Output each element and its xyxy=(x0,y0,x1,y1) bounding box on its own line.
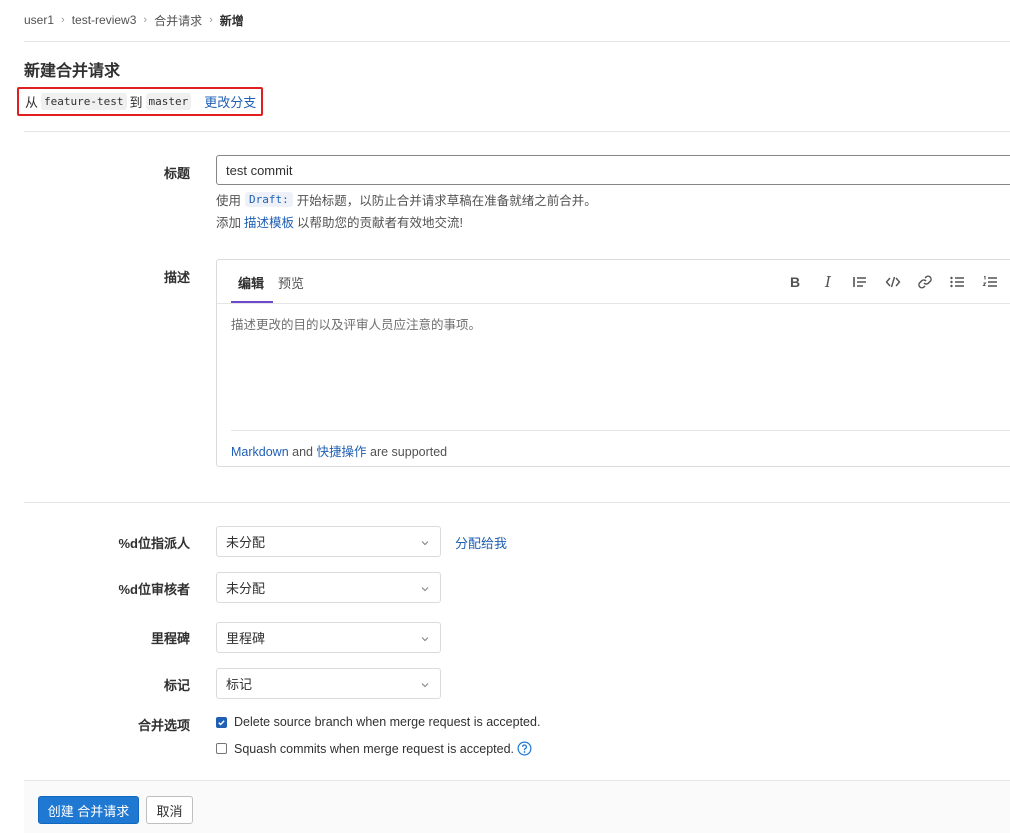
squash-checkbox[interactable] xyxy=(216,743,227,754)
reviewer-label: %d位审核者 xyxy=(118,582,190,597)
title-input[interactable] xyxy=(216,155,1010,185)
editor-footer: Markdown and 快捷操作 are supported xyxy=(231,430,1010,460)
divider xyxy=(24,41,1010,42)
description-textarea[interactable] xyxy=(217,305,1010,431)
footer-supported: are supported xyxy=(370,445,448,459)
help-text: 添加 xyxy=(216,216,242,230)
assign-to-me-link[interactable]: 分配给我 xyxy=(455,533,507,552)
labels-label: 标记 xyxy=(163,678,190,693)
quick-actions-link[interactable]: 快捷操作 xyxy=(317,445,367,459)
chevron-right-icon: › xyxy=(143,14,148,26)
breadcrumb: user1 › test-review3 › 合并请求 › 新增 xyxy=(24,12,244,28)
breadcrumb-item-merge-requests[interactable]: 合并请求 xyxy=(154,12,202,29)
quote-icon[interactable] xyxy=(850,272,870,292)
divider xyxy=(24,502,1010,503)
to-label: 到 xyxy=(129,95,143,110)
merge-options-label: 合并选项 xyxy=(137,718,190,733)
cancel-button[interactable]: 取消 xyxy=(146,796,193,824)
help-text: 开始标题，以防止合并请求草稿在准备就绪之前合并。 xyxy=(296,194,597,208)
breadcrumb-item-user[interactable]: user1 xyxy=(24,13,54,27)
from-label: 从 xyxy=(25,95,39,110)
assignee-label: %d位指派人 xyxy=(118,536,190,551)
change-branches-link[interactable]: 更改分支 xyxy=(204,92,256,111)
active-tab-indicator xyxy=(231,301,273,303)
code-icon[interactable] xyxy=(883,272,903,292)
bold-icon[interactable]: B xyxy=(785,272,805,292)
chevron-down-icon xyxy=(420,678,430,688)
delete-branch-option: Delete source branch when merge request … xyxy=(216,715,540,729)
reviewer-select[interactable]: 未分配 xyxy=(216,572,441,603)
description-editor: 编辑 预览 B I Markdown and 快捷操作 are supporte… xyxy=(216,259,1010,467)
chevron-down-icon xyxy=(420,632,430,642)
breadcrumb-item-project[interactable]: test-review3 xyxy=(72,13,137,27)
reviewer-value: 未分配 xyxy=(226,581,266,596)
question-circle-icon[interactable] xyxy=(517,741,532,756)
tab-preview[interactable]: 预览 xyxy=(278,273,304,292)
chevron-right-icon: › xyxy=(61,14,65,26)
labels-value: 标记 xyxy=(226,677,253,692)
delete-branch-text[interactable]: Delete source branch when merge request … xyxy=(234,715,540,729)
draft-code: Draft: xyxy=(245,192,293,207)
squash-option: Squash commits when merge request is acc… xyxy=(216,741,532,756)
milestone-value: 里程碑 xyxy=(226,631,266,646)
markdown-link[interactable]: Markdown xyxy=(231,445,289,459)
squash-text[interactable]: Squash commits when merge request is acc… xyxy=(234,742,514,756)
breadcrumb-item-current: 新增 xyxy=(219,13,244,28)
numbered-list-icon[interactable] xyxy=(980,272,1000,292)
title-label: 标题 xyxy=(163,166,190,181)
assignee-select[interactable]: 未分配 xyxy=(216,526,441,557)
create-merge-request-button[interactable]: 创建 合并请求 xyxy=(38,796,139,824)
help-text: 使用 xyxy=(216,194,242,208)
source-branch: feature-test xyxy=(41,93,127,110)
milestone-select[interactable]: 里程碑 xyxy=(216,622,441,653)
editor-tabs: 编辑 预览 B I xyxy=(217,260,1010,304)
description-template-link[interactable]: 描述模板 xyxy=(244,212,294,231)
italic-icon[interactable]: I xyxy=(818,272,838,292)
chevron-down-icon xyxy=(420,536,430,546)
page-title: 新建合并请求 xyxy=(24,63,121,80)
link-icon[interactable] xyxy=(915,272,935,292)
template-help-text: 添加 描述模板 以帮助您的贡献者有效地交流! xyxy=(216,212,463,231)
labels-select[interactable]: 标记 xyxy=(216,668,441,699)
delete-branch-checkbox[interactable] xyxy=(216,716,227,728)
bullet-list-icon[interactable] xyxy=(947,272,967,292)
footer-and: and xyxy=(292,445,314,459)
branch-info: 从 feature-test 到 master 更改分支 xyxy=(17,87,263,116)
chevron-right-icon: › xyxy=(209,14,213,26)
target-branch: master xyxy=(145,93,192,110)
assignee-value: 未分配 xyxy=(226,535,266,550)
description-label: 描述 xyxy=(163,270,190,285)
chevron-down-icon xyxy=(420,582,430,592)
draft-help-text: 使用 Draft: 开始标题，以防止合并请求草稿在准备就绪之前合并。 xyxy=(216,190,597,209)
milestone-label: 里程碑 xyxy=(150,631,190,646)
help-text: 以帮助您的贡献者有效地交流! xyxy=(297,216,464,230)
divider xyxy=(24,131,1010,132)
tab-edit[interactable]: 编辑 xyxy=(238,273,264,292)
